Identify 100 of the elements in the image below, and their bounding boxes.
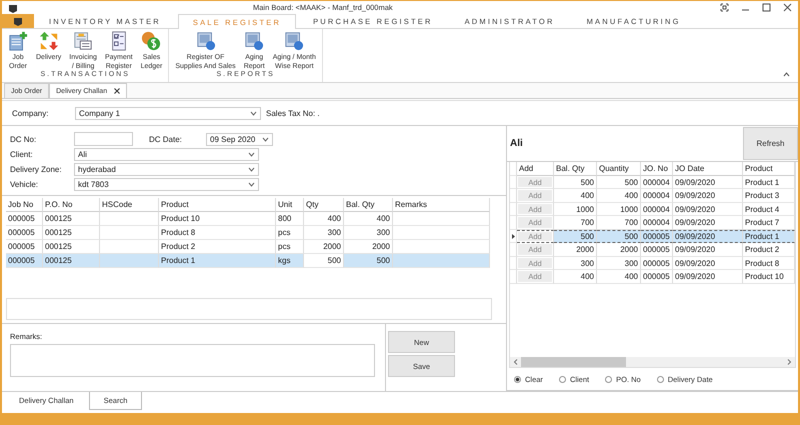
table-cell: 000004 xyxy=(641,189,673,203)
table-cell: Product 4 xyxy=(743,202,795,216)
table-cell: pcs xyxy=(276,240,304,254)
chevron-down-icon xyxy=(262,136,269,142)
table-cell: 400 xyxy=(554,189,597,203)
column-header: Product xyxy=(159,198,276,212)
dropdown-field[interactable]: hyderabad xyxy=(74,162,259,176)
scroll-right-icon[interactable] xyxy=(787,359,792,366)
close-icon[interactable] xyxy=(114,88,120,94)
table-cell: 300 xyxy=(554,256,597,270)
column-header: Remarks xyxy=(393,198,490,212)
column-header: Quantity xyxy=(597,162,641,176)
table-cell: Product 2 xyxy=(743,243,795,257)
table-cell: 000005 xyxy=(6,226,43,240)
column-header: Add xyxy=(517,162,554,176)
report-icon xyxy=(244,31,264,52)
table-cell: 700 xyxy=(554,216,597,230)
table-cell: 400 xyxy=(344,212,393,226)
column-header: Bal. Qty xyxy=(554,162,597,176)
table-cell: 400 xyxy=(304,212,344,226)
table-cell: 09/09/2020 xyxy=(673,189,743,203)
table-cell: 000004 xyxy=(641,176,673,190)
table-cell: 400 xyxy=(597,270,641,284)
column-header: Job No xyxy=(6,198,43,212)
dropdown-field[interactable]: kdt 7803 xyxy=(74,178,259,191)
fullscreen-icon[interactable] xyxy=(720,3,729,12)
table-cell: 000005 xyxy=(641,230,673,244)
close-icon[interactable] xyxy=(783,3,792,12)
table-cell: 500 xyxy=(344,254,393,268)
table-cell: 000125 xyxy=(43,226,100,240)
table-cell: 2000 xyxy=(344,240,393,254)
dropdown-field[interactable]: Ali xyxy=(74,148,259,161)
table-cell: 2000 xyxy=(304,240,344,254)
coins-icon xyxy=(141,31,162,52)
table-cell: 000005 xyxy=(641,256,673,270)
table-cell: Product 1 xyxy=(743,176,795,190)
table-cell: 500 xyxy=(554,230,597,244)
app-icon xyxy=(13,16,23,26)
table-cell: pcs xyxy=(276,226,304,240)
table-cell: 000005 xyxy=(6,240,43,254)
table-cell: 09/09/2020 xyxy=(673,202,743,216)
table-cell: 09/09/2020 xyxy=(673,270,743,284)
table-cell: 000004 xyxy=(641,202,673,216)
table-cell: Product 3 xyxy=(743,189,795,203)
table-cell: 800 xyxy=(276,212,304,226)
dc-date-picker[interactable]: 09 Sep 2020 xyxy=(206,132,273,146)
remarks-field[interactable] xyxy=(10,344,375,378)
table-cell: 500 xyxy=(554,176,597,190)
table-cell: Product 1 xyxy=(743,230,795,244)
chevron-down-icon xyxy=(248,182,255,187)
table-cell: 400 xyxy=(597,189,641,203)
invoice-icon xyxy=(73,31,94,52)
column-header: HSCode xyxy=(100,198,159,212)
chevron-down-icon xyxy=(248,166,255,172)
scroll-left-icon[interactable] xyxy=(513,359,518,366)
column-header: Product xyxy=(743,162,795,176)
file-tab[interactable] xyxy=(2,14,34,28)
table-cell: 500 xyxy=(597,230,641,244)
table-cell: 09/09/2020 xyxy=(673,216,743,230)
table-cell xyxy=(100,254,159,268)
table-cell: 300 xyxy=(304,226,344,240)
dc-date-label: DC Date: xyxy=(149,134,183,144)
table-cell: 000005 xyxy=(641,243,673,257)
table-cell: Product 10 xyxy=(159,212,276,226)
table-cell: 700 xyxy=(597,216,641,230)
table-cell: Product 8 xyxy=(743,256,795,270)
table-cell xyxy=(100,240,159,254)
table-cell: 000004 xyxy=(641,216,673,230)
table-cell: 300 xyxy=(344,226,393,240)
column-header: JO Date xyxy=(673,162,743,176)
chevron-down-icon xyxy=(250,110,257,116)
app-icon xyxy=(8,2,18,13)
dc-no-label: DC No: xyxy=(10,134,38,144)
table-cell: 500 xyxy=(304,254,344,268)
row-pointer-icon xyxy=(512,234,514,239)
table-cell: 09/09/2020 xyxy=(673,243,743,257)
scrollbar-thumb[interactable] xyxy=(521,357,626,368)
collapse-icon[interactable] xyxy=(783,72,790,78)
table-cell: 1000 xyxy=(597,202,641,216)
column-header: Bal. Qty xyxy=(344,198,393,212)
table-cell: kgs xyxy=(276,254,304,268)
column-header: Qty xyxy=(304,198,344,212)
table-cell: 09/09/2020 xyxy=(673,256,743,270)
table-cell xyxy=(100,212,159,226)
company-label: Company: xyxy=(12,108,50,118)
table-cell: 09/09/2020 xyxy=(673,176,743,190)
table-cell: Product 8 xyxy=(159,226,276,240)
column-header: P.O. No xyxy=(43,198,100,212)
company-dropdown[interactable]: Company 1 xyxy=(75,106,261,120)
table-cell: 000005 xyxy=(6,254,43,268)
maximize-icon[interactable] xyxy=(762,3,771,12)
table-cell: 000005 xyxy=(641,270,673,284)
arrows-icon xyxy=(38,31,59,52)
table-cell: 2000 xyxy=(554,243,597,257)
field-label: Client: xyxy=(10,150,34,159)
table-cell: 2000 xyxy=(597,243,641,257)
dc-no-field[interactable] xyxy=(74,132,133,146)
column-header: Unit xyxy=(276,198,304,212)
refresh-button[interactable]: Refresh xyxy=(743,127,798,160)
table-cell: 000125 xyxy=(43,212,100,226)
